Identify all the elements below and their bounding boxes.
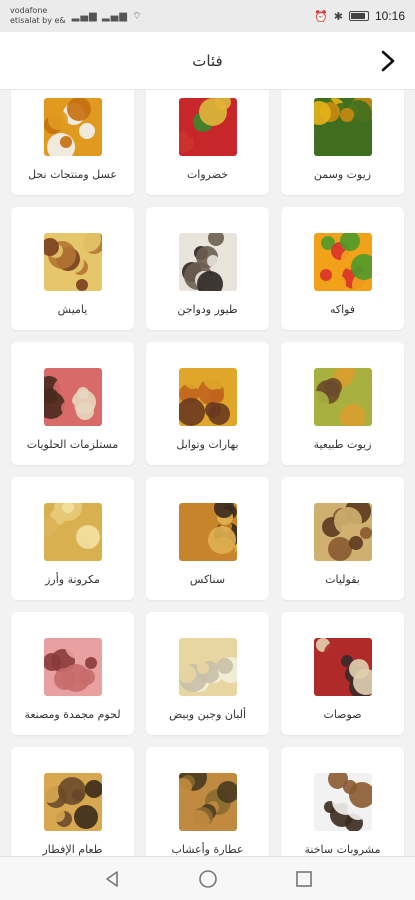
dried-fruits-photo xyxy=(43,233,102,291)
category-label: لحوم مجمدة ومصنعة xyxy=(24,708,121,721)
category-card[interactable]: صوصات xyxy=(281,612,404,735)
breakfast-photo xyxy=(43,773,102,831)
square-recents-icon xyxy=(295,870,312,887)
back-button[interactable] xyxy=(373,46,403,76)
category-card[interactable]: زيوت وسمن xyxy=(281,90,404,195)
category-card[interactable]: بهارات وتوابل xyxy=(146,342,269,465)
poultry-photo xyxy=(178,233,237,291)
category-label: سناكس xyxy=(189,573,226,586)
category-card[interactable]: ياميش xyxy=(11,207,134,330)
category-card[interactable]: فواكه xyxy=(281,207,404,330)
spices-photo xyxy=(178,368,237,426)
category-card[interactable]: مشروبات ساخنة xyxy=(281,747,404,856)
bluetooth-icon: ✱ xyxy=(333,9,343,23)
category-label: زيوت طبيعية xyxy=(313,438,372,451)
herbs-photo xyxy=(178,773,237,831)
system-nav-bar xyxy=(0,856,415,900)
signal-wifi-icons: ▂▄▆ ▂▄▆ ⌔ xyxy=(71,10,143,22)
page-title: فئات xyxy=(192,51,223,70)
honey-photo xyxy=(43,98,102,156)
nav-back-button[interactable] xyxy=(100,867,124,891)
category-card[interactable]: بقوليات xyxy=(281,477,404,600)
sauces-photo xyxy=(313,638,372,696)
category-label: بقوليات xyxy=(325,573,360,586)
carrier-info: vodafone etisalat by e& xyxy=(10,6,66,26)
category-label: ياميش xyxy=(57,303,88,316)
category-card[interactable]: لحوم مجمدة ومصنعة xyxy=(11,612,134,735)
snacks-photo xyxy=(178,503,237,561)
fruits-photo xyxy=(313,233,372,291)
category-label: طيور ودواجن xyxy=(177,303,238,316)
category-label: صوصات xyxy=(323,708,362,721)
dairy-photo xyxy=(178,638,237,696)
nav-recents-button[interactable] xyxy=(292,867,316,891)
category-card[interactable]: خضروات xyxy=(146,90,269,195)
status-left: vodafone etisalat by e& ▂▄▆ ▂▄▆ ⌔ xyxy=(10,6,143,26)
category-label: طعام الإفطار xyxy=(42,843,103,856)
category-card[interactable]: طيور ودواجن xyxy=(146,207,269,330)
circle-home-icon xyxy=(198,869,217,888)
oil-ghee-photo xyxy=(313,98,372,156)
category-label: عسل ومنتجات نحل xyxy=(28,168,117,181)
clock: 10:16 xyxy=(374,9,405,23)
carrier-primary: vodafone xyxy=(10,6,48,15)
category-card[interactable]: زيوت طبيعية xyxy=(281,342,404,465)
category-label: مشروبات ساخنة xyxy=(304,843,381,856)
category-label: زيوت وسمن xyxy=(313,168,372,181)
category-card[interactable]: عسل ومنتجات نحل xyxy=(11,90,134,195)
status-bar: vodafone etisalat by e& ▂▄▆ ▂▄▆ ⌔ ⏰ ✱ 10… xyxy=(0,0,415,32)
category-label: بهارات وتوابل xyxy=(176,438,239,451)
category-label: ألبان وجبن وبيض xyxy=(168,708,247,721)
category-card[interactable]: مكرونة وأرز xyxy=(11,477,134,600)
dessert-supplies-photo xyxy=(43,368,102,426)
category-card[interactable]: طعام الإفطار xyxy=(11,747,134,856)
categories-scroll[interactable]: زيوت وسمن خضروات عسل ومنتجات نحل فواكه طيور … xyxy=(0,90,415,856)
category-label: فواكه xyxy=(329,303,356,316)
nav-home-button[interactable] xyxy=(196,867,220,891)
hot-drinks-photo xyxy=(313,773,372,831)
categories-grid: زيوت وسمن خضروات عسل ومنتجات نحل فواكه طيور … xyxy=(11,90,404,856)
category-card[interactable]: ألبان وجبن وبيض xyxy=(146,612,269,735)
triangle-back-icon xyxy=(105,870,118,887)
carrier-secondary: etisalat by e& xyxy=(10,16,66,25)
battery-icon xyxy=(348,11,369,21)
category-label: عطارة وأعشاب xyxy=(171,843,244,856)
pasta-rice-photo xyxy=(43,503,102,561)
category-label: مستلزمات الحلويات xyxy=(26,438,119,451)
category-card[interactable]: سناكس xyxy=(146,477,269,600)
app-bar: فئات xyxy=(0,32,415,90)
status-right: ⏰ ✱ 10:16 xyxy=(314,9,405,23)
natural-oils-photo xyxy=(313,368,372,426)
category-label: مكرونة وأرز xyxy=(45,573,100,586)
legumes-photo xyxy=(313,503,372,561)
category-card[interactable]: عطارة وأعشاب xyxy=(146,747,269,856)
frozen-meat-photo xyxy=(43,638,102,696)
chevron-right-icon xyxy=(381,50,395,72)
alarm-icon: ⏰ xyxy=(314,9,328,23)
vegetables-photo xyxy=(178,98,237,156)
category-label: خضروات xyxy=(186,168,229,181)
category-card[interactable]: مستلزمات الحلويات xyxy=(11,342,134,465)
